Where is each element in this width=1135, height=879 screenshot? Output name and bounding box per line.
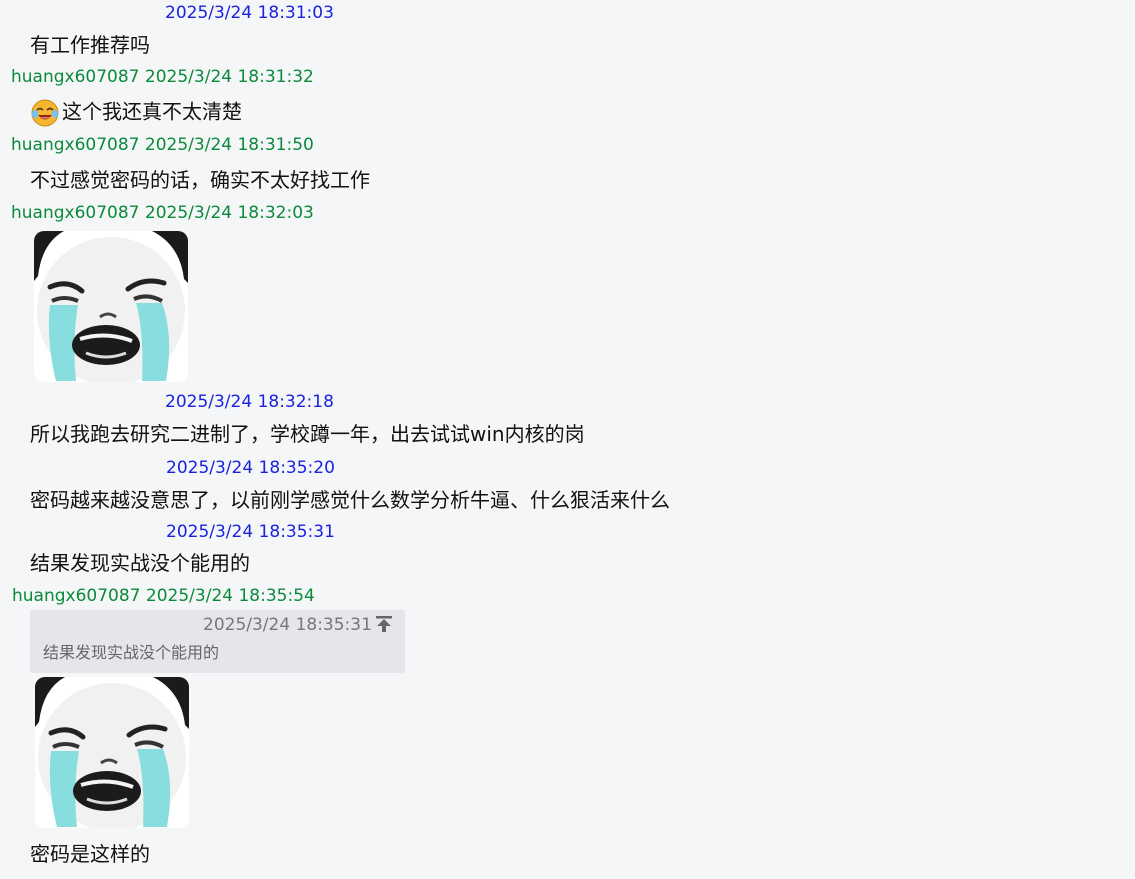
message-header: 2025/3/24 18:35:20 (166, 457, 335, 479)
crying-panda-face-icon (34, 231, 188, 382)
message-text: 这个我还真不太清楚 (62, 99, 242, 124)
message-time: 2025/3/24 18:35:20 (166, 458, 335, 478)
message-time: 2025/3/24 18:31:03 (165, 3, 334, 23)
message-header: 2025/3/24 18:32:18 (165, 391, 334, 413)
message-header: huangx607087 2025/3/24 18:31:32 (11, 66, 314, 88)
message-header: huangx607087 2025/3/24 18:32:03 (11, 202, 314, 224)
message-text[interactable]: 密码越来越没意思了，以前刚学感觉什么数学分析牛逼、什么狠活来什么 (30, 487, 670, 513)
message-time: 2025/3/24 18:35:54 (145, 586, 315, 606)
chat-log: 2025/3/24 18:31:03 有工作推荐吗 huangx607087 2… (0, 0, 1135, 879)
quoted-reply[interactable]: 2025/3/24 18:35:31 结果发现实战没个能用的 (30, 610, 405, 673)
crying-panda-face-icon (35, 677, 189, 828)
quote-text: 结果发现实战没个能用的 (43, 643, 220, 662)
message-text[interactable]: 所以我跑去研究二进制了，学校蹲一年，出去试试win内核的岗 (30, 421, 585, 447)
message-header: huangx607087 2025/3/24 18:35:54 (12, 585, 315, 607)
crying-laughing-emoji-icon (31, 99, 59, 127)
sender-name[interactable]: huangx607087 (11, 203, 140, 223)
message-text[interactable]: 有工作推荐吗 (30, 32, 150, 58)
message-header: 2025/3/24 18:31:03 (165, 2, 334, 24)
crying-panda-sticker[interactable] (34, 231, 188, 382)
jump-to-top-icon[interactable] (374, 614, 394, 634)
sender-name[interactable]: huangx607087 (11, 135, 140, 155)
crying-panda-sticker[interactable] (35, 677, 189, 828)
message-time: 2025/3/24 18:31:32 (144, 67, 314, 87)
message-time: 2025/3/24 18:32:03 (144, 203, 314, 223)
message-text[interactable]: 密码是这样的 (30, 841, 150, 867)
message-time: 2025/3/24 18:32:18 (165, 392, 334, 412)
message-text[interactable]: 不过感觉密码的话，确实不太好找工作 (30, 167, 370, 193)
quote-time: 2025/3/24 18:35:31 (203, 615, 372, 635)
sender-name[interactable]: huangx607087 (11, 67, 140, 87)
message-time: 2025/3/24 18:31:50 (144, 135, 314, 155)
message-body[interactable]: 这个我还真不太清楚 (30, 98, 242, 128)
message-header: huangx607087 2025/3/24 18:31:50 (11, 134, 314, 156)
sender-name[interactable]: huangx607087 (12, 586, 141, 606)
message-text[interactable]: 结果发现实战没个能用的 (30, 550, 250, 576)
message-header: 2025/3/24 18:35:31 (166, 521, 335, 543)
message-time: 2025/3/24 18:35:31 (166, 522, 335, 542)
